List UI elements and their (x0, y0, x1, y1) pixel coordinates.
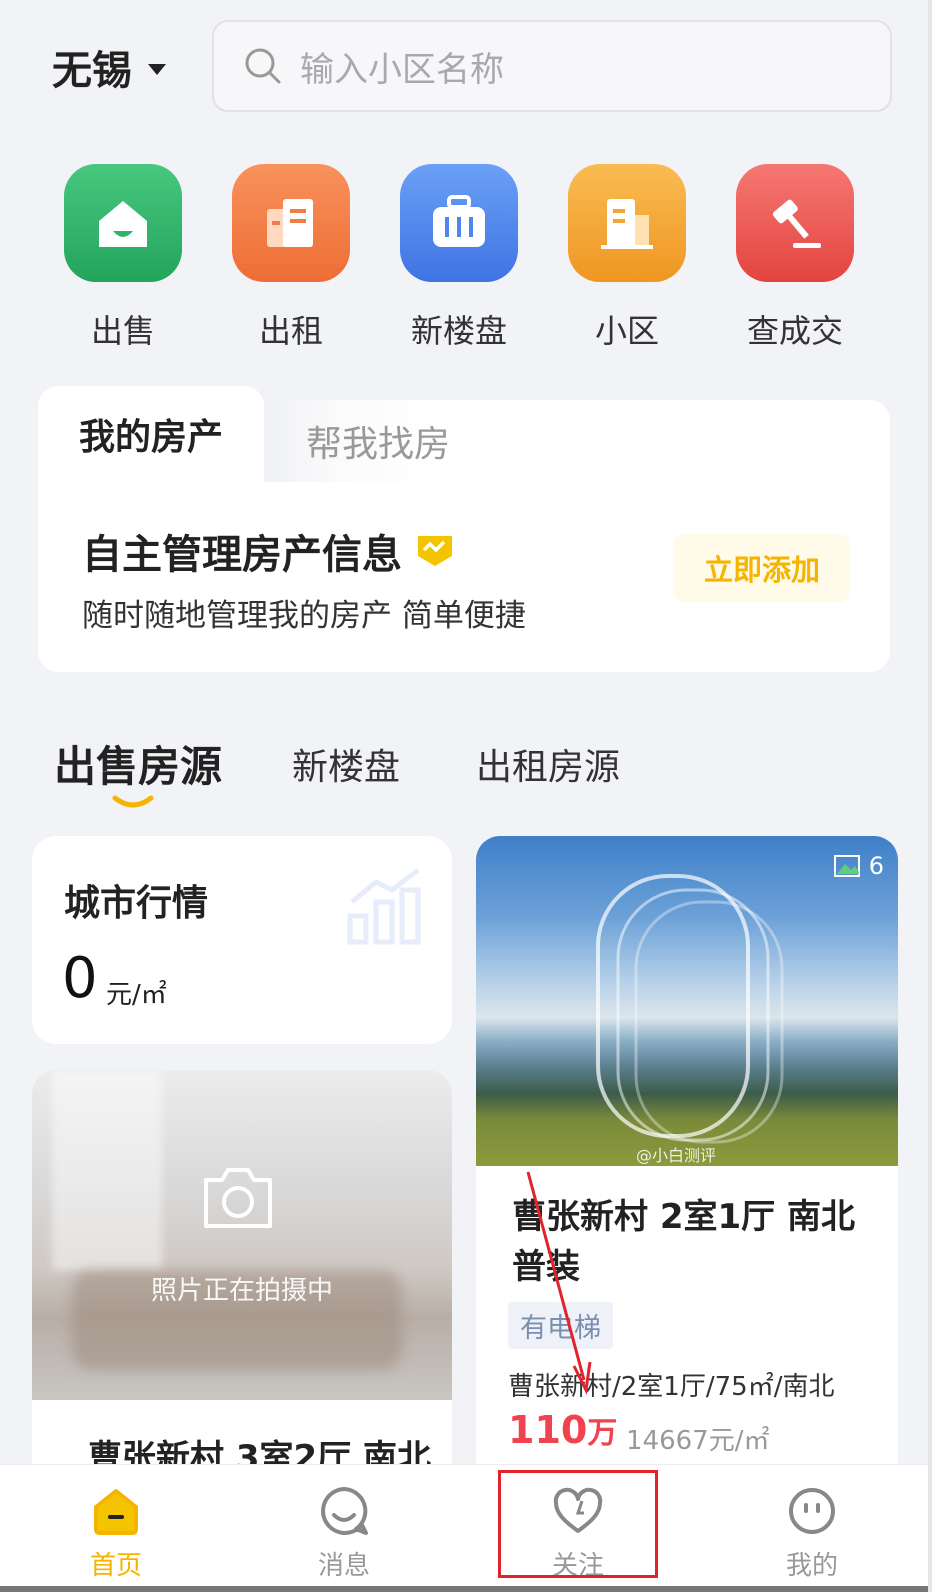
community-icon (568, 164, 686, 282)
active-tab-indicator (112, 795, 154, 808)
listing-card[interactable]: 照片正在拍摄中 曹张新村 3室2厅 南北 (32, 1070, 452, 1490)
property-title: 自主管理房产信息 (82, 522, 454, 580)
photo-count: 6 (868, 852, 884, 880)
market-unit: 元/㎡ (106, 980, 167, 1010)
window-frame-graphic (596, 874, 784, 1144)
camera-icon (204, 1168, 272, 1228)
tab-new-buildings[interactable]: 新楼盘 (292, 738, 400, 790)
entry-rent[interactable]: 出租 (232, 164, 350, 352)
market-value: 0 (62, 946, 98, 1011)
nav-label: 我的 (785, 1551, 838, 1581)
city-name: 无锡 (52, 48, 132, 94)
nav-profile[interactable]: 我的 (752, 1485, 872, 1582)
building-icon (232, 164, 350, 282)
nav-label: 首页 (89, 1551, 142, 1581)
tab-find-home[interactable]: 帮我找房 (264, 400, 890, 482)
listing-photo-placeholder: 照片正在拍摄中 (32, 1070, 452, 1400)
price-value: 110 (508, 1408, 588, 1452)
entry-label: 新楼盘 (410, 312, 507, 350)
tab-my-property[interactable]: 我的房产 (38, 386, 264, 482)
photo-count-badge: 6 (833, 852, 884, 880)
tab-label: 帮我找房 (306, 424, 451, 465)
property-subtitle: 随时随地管理我的房产 简单便捷 (82, 598, 526, 634)
add-property-button[interactable]: 立即添加 (674, 534, 850, 602)
verified-badge-icon (418, 536, 452, 566)
entry-label: 出租 (258, 312, 323, 350)
image-icon (833, 855, 860, 877)
listing-price: 110 万 (508, 1408, 617, 1452)
price-unit: 万 (587, 1416, 618, 1451)
watermark-text: @小白测评 (636, 1146, 717, 1165)
entry-new-building[interactable]: 新楼盘 (400, 164, 518, 352)
house-icon (64, 164, 182, 282)
annotation-arrow (526, 1171, 592, 1395)
unit-price: 14667元/㎡ (626, 1426, 770, 1456)
search-icon (245, 48, 281, 84)
entry-community[interactable]: 小区 (568, 164, 686, 352)
nav-home[interactable]: 首页 (56, 1485, 176, 1582)
entry-label: 查成交 (746, 312, 843, 350)
nav-label: 消息 (317, 1551, 370, 1581)
edge-bar (928, 0, 932, 1592)
photo-caption: 照片正在拍摄中 (150, 1276, 333, 1306)
city-selector[interactable]: 无锡 (52, 38, 166, 96)
gesture-bar (0, 1586, 932, 1592)
city-market-card[interactable]: 城市行情 0 元/㎡ (32, 836, 452, 1044)
bottom-nav: 首页 消息 关注 我的 (0, 1464, 932, 1592)
annotation-highlight-box (498, 1470, 658, 1578)
entry-label: 小区 (594, 312, 659, 350)
profile-icon (789, 1488, 835, 1534)
bar-chart-icon (347, 868, 421, 945)
new-building-icon (400, 164, 518, 282)
listing-photo: 6 @小白测评 (476, 836, 898, 1166)
entry-sell[interactable]: 出售 (64, 164, 182, 352)
tab-rent-listings[interactable]: 出租房源 (476, 738, 620, 790)
property-title-text: 自主管理房产信息 (82, 532, 402, 578)
message-icon (321, 1487, 368, 1535)
nav-messages[interactable]: 消息 (284, 1485, 404, 1582)
market-title: 城市行情 (64, 883, 209, 924)
search-input[interactable]: 输入小区名称 (212, 20, 892, 112)
home-icon (94, 1489, 138, 1535)
gavel-icon (736, 164, 854, 282)
entry-label: 出售 (90, 312, 155, 350)
tab-label: 我的房产 (78, 417, 223, 458)
search-placeholder: 输入小区名称 (300, 49, 504, 90)
tab-sale-listings[interactable]: 出售房源 (54, 733, 222, 794)
caret-down-icon (148, 63, 166, 75)
entry-transactions[interactable]: 查成交 (736, 164, 854, 352)
